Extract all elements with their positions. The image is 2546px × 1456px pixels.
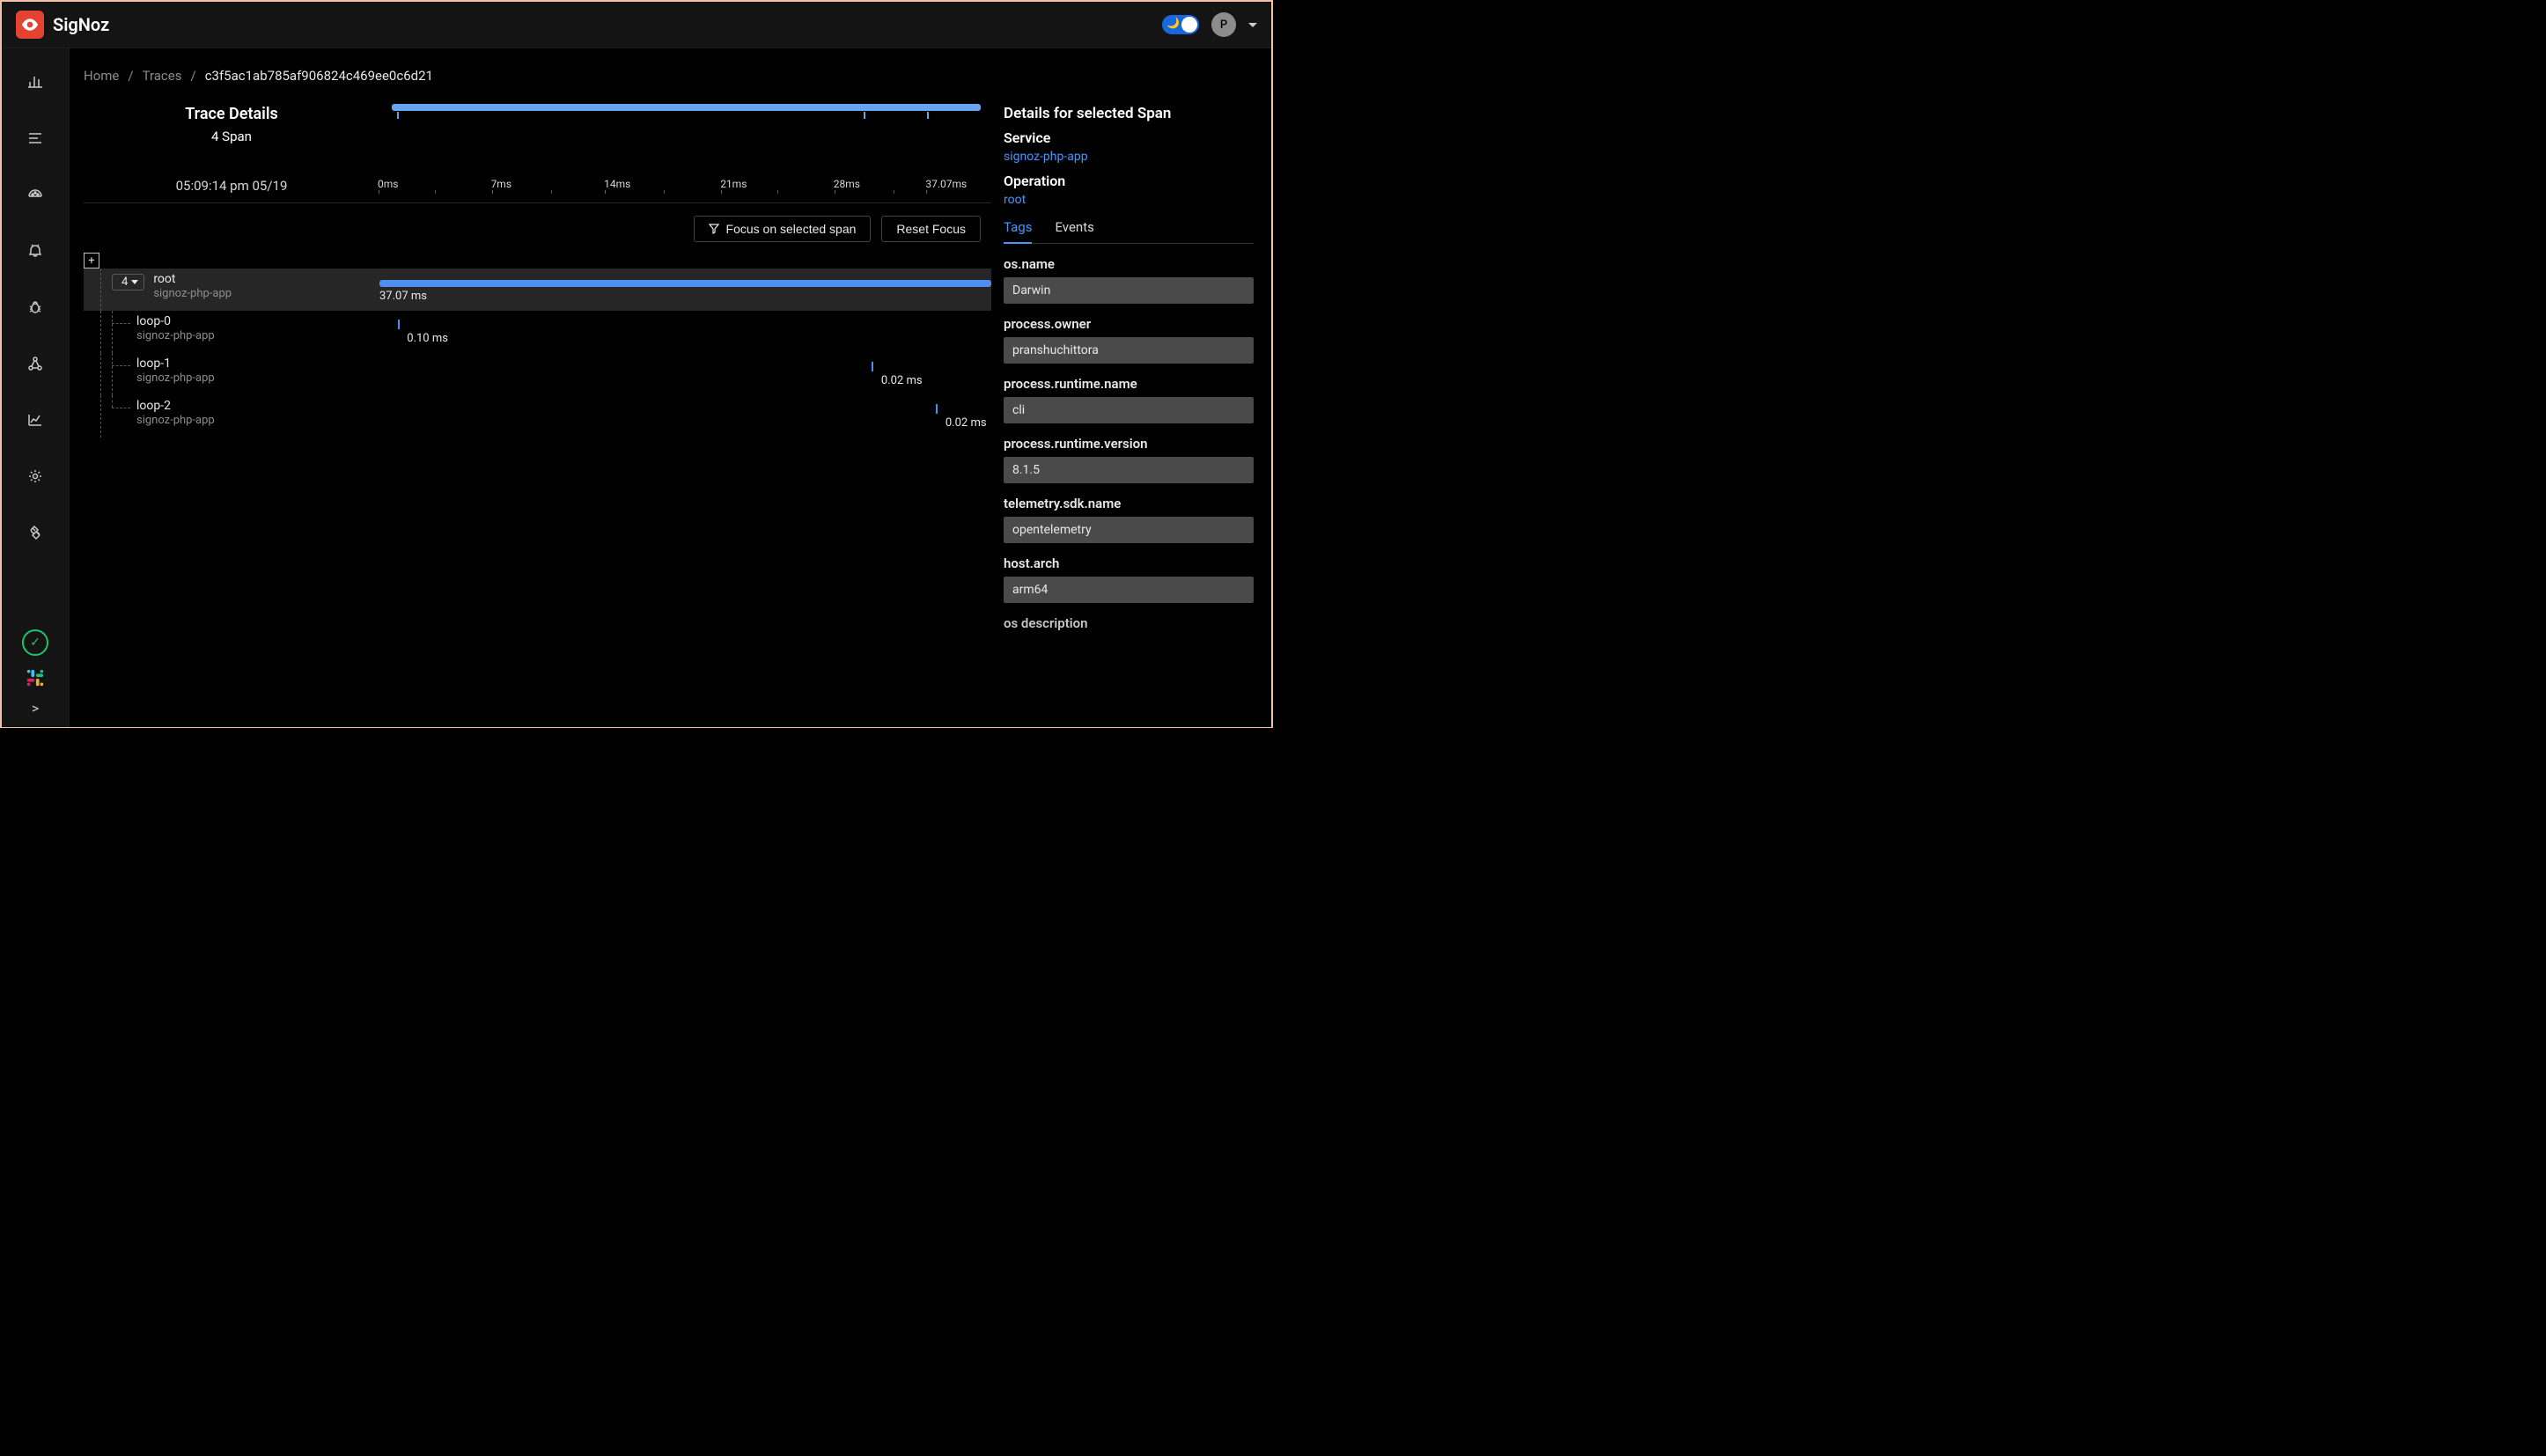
line-chart-icon[interactable] xyxy=(18,402,53,438)
breadcrumb-trace-id: c3f5ac1ab785af906824c469ee0c6d21 xyxy=(205,68,433,84)
bar-chart-icon[interactable] xyxy=(18,64,53,99)
span-bar xyxy=(872,362,873,371)
details-title: Details for selected Span xyxy=(1004,105,1254,122)
focus-selected-span-button[interactable]: Focus on selected span xyxy=(694,216,872,242)
axis-tick: 21ms xyxy=(720,178,747,190)
tag-value: cli xyxy=(1004,397,1254,423)
span-service: signoz-php-app xyxy=(153,287,232,300)
span-bar xyxy=(379,280,991,287)
tag-key: process.owner xyxy=(1004,316,1254,332)
span-row[interactable]: loop-1 signoz-php-app 0.02 ms xyxy=(84,353,991,395)
child-count-toggle[interactable]: 4 xyxy=(112,274,144,290)
span-name: loop-2 xyxy=(136,399,215,413)
settings-icon[interactable] xyxy=(18,459,53,494)
chevron-down-icon xyxy=(131,280,138,284)
eye-icon xyxy=(21,18,39,31)
sidebar-nav: ✓ > xyxy=(2,48,70,727)
list-icon[interactable] xyxy=(18,121,53,156)
span-row[interactable]: loop-2 signoz-php-app 0.02 ms xyxy=(84,395,991,438)
brand: SigNoz xyxy=(16,11,109,39)
alert-icon[interactable] xyxy=(18,233,53,268)
service-label: Service xyxy=(1004,129,1254,146)
span-duration: 0.02 ms xyxy=(946,416,987,430)
span-service: signoz-php-app xyxy=(136,371,215,385)
operation-label: Operation xyxy=(1004,173,1254,189)
expand-all-button[interactable]: + xyxy=(84,253,99,268)
breadcrumb: Home / Traces / c3f5ac1ab785af906824c469… xyxy=(84,68,1257,84)
axis-tick: 7ms xyxy=(491,178,511,190)
trace-details-title: Trace Details xyxy=(84,105,379,123)
dashboard-icon[interactable] xyxy=(18,177,53,212)
span-name: loop-0 xyxy=(136,314,215,328)
tag-row: process.runtime.name cli xyxy=(1004,376,1254,423)
tag-row: process.owner pranshuchittora xyxy=(1004,316,1254,364)
span-row-root[interactable]: 4 root signoz-php-app 37.07 ms xyxy=(84,268,991,311)
filter-icon xyxy=(709,224,719,234)
tag-value: arm64 xyxy=(1004,577,1254,603)
reset-focus-button[interactable]: Reset Focus xyxy=(881,216,981,242)
tag-key: host.arch xyxy=(1004,555,1254,571)
span-bar xyxy=(398,320,400,329)
tag-value: Darwin xyxy=(1004,277,1254,304)
bug-icon[interactable] xyxy=(18,290,53,325)
tab-events[interactable]: Events xyxy=(1055,219,1093,243)
axis-tick: 14ms xyxy=(604,178,630,190)
span-duration: 37.07 ms xyxy=(379,290,427,303)
plug-icon[interactable] xyxy=(18,515,53,550)
breadcrumb-traces[interactable]: Traces xyxy=(143,68,182,84)
time-axis: 0ms 7ms 14ms 21ms 28ms 37.07ms xyxy=(379,178,991,194)
tag-key-partial: os description xyxy=(1004,615,1254,631)
span-bar xyxy=(936,404,938,414)
tag-row: process.runtime.version 8.1.5 xyxy=(1004,436,1254,483)
span-details-panel: Details for selected Span Service signoz… xyxy=(991,101,1257,722)
axis-tick: 28ms xyxy=(834,178,860,190)
moon-icon: 🌙 xyxy=(1166,18,1180,28)
tag-key: process.runtime.version xyxy=(1004,436,1254,452)
span-name: root xyxy=(153,272,232,286)
span-name: loop-1 xyxy=(136,357,215,371)
span-duration: 0.02 ms xyxy=(881,374,923,387)
trace-minimap[interactable] xyxy=(379,101,981,121)
axis-tick: 37.07ms xyxy=(925,178,967,190)
details-tabs: Tags Events xyxy=(1004,219,1254,244)
trace-span-count: 4 Span xyxy=(84,129,379,144)
user-menu-caret-icon[interactable] xyxy=(1248,23,1257,27)
axis-tick: 0ms xyxy=(378,178,398,190)
tag-key: telemetry.sdk.name xyxy=(1004,496,1254,511)
tag-row: telemetry.sdk.name opentelemetry xyxy=(1004,496,1254,543)
tab-tags[interactable]: Tags xyxy=(1004,219,1032,244)
tag-row: os.name Darwin xyxy=(1004,256,1254,304)
trace-timestamp: 05:09:14 pm 05/19 xyxy=(84,178,379,194)
theme-toggle[interactable]: 🌙 xyxy=(1162,15,1199,34)
service-map-icon[interactable] xyxy=(18,346,53,381)
breadcrumb-home[interactable]: Home xyxy=(84,68,119,84)
status-ok-icon[interactable]: ✓ xyxy=(22,629,48,656)
service-link[interactable]: signoz-php-app xyxy=(1004,150,1254,164)
expand-sidebar-icon[interactable]: > xyxy=(32,700,39,717)
user-avatar[interactable]: P xyxy=(1211,12,1236,37)
span-service: signoz-php-app xyxy=(136,329,215,342)
app-header: SigNoz 🌙 P xyxy=(2,2,1271,48)
tag-key: process.runtime.name xyxy=(1004,376,1254,392)
brand-name: SigNoz xyxy=(53,14,109,35)
tag-value: 8.1.5 xyxy=(1004,457,1254,483)
tag-row: host.arch arm64 xyxy=(1004,555,1254,603)
operation-link[interactable]: root xyxy=(1004,193,1254,207)
span-duration: 0.10 ms xyxy=(407,332,448,345)
brand-logo xyxy=(16,11,44,39)
tag-key: os.name xyxy=(1004,256,1254,272)
tag-value: opentelemetry xyxy=(1004,517,1254,543)
span-service: signoz-php-app xyxy=(136,414,215,427)
span-row[interactable]: loop-0 signoz-php-app 0.10 ms xyxy=(84,311,991,353)
tag-value: pranshuchittora xyxy=(1004,337,1254,364)
slack-icon[interactable] xyxy=(26,668,45,688)
